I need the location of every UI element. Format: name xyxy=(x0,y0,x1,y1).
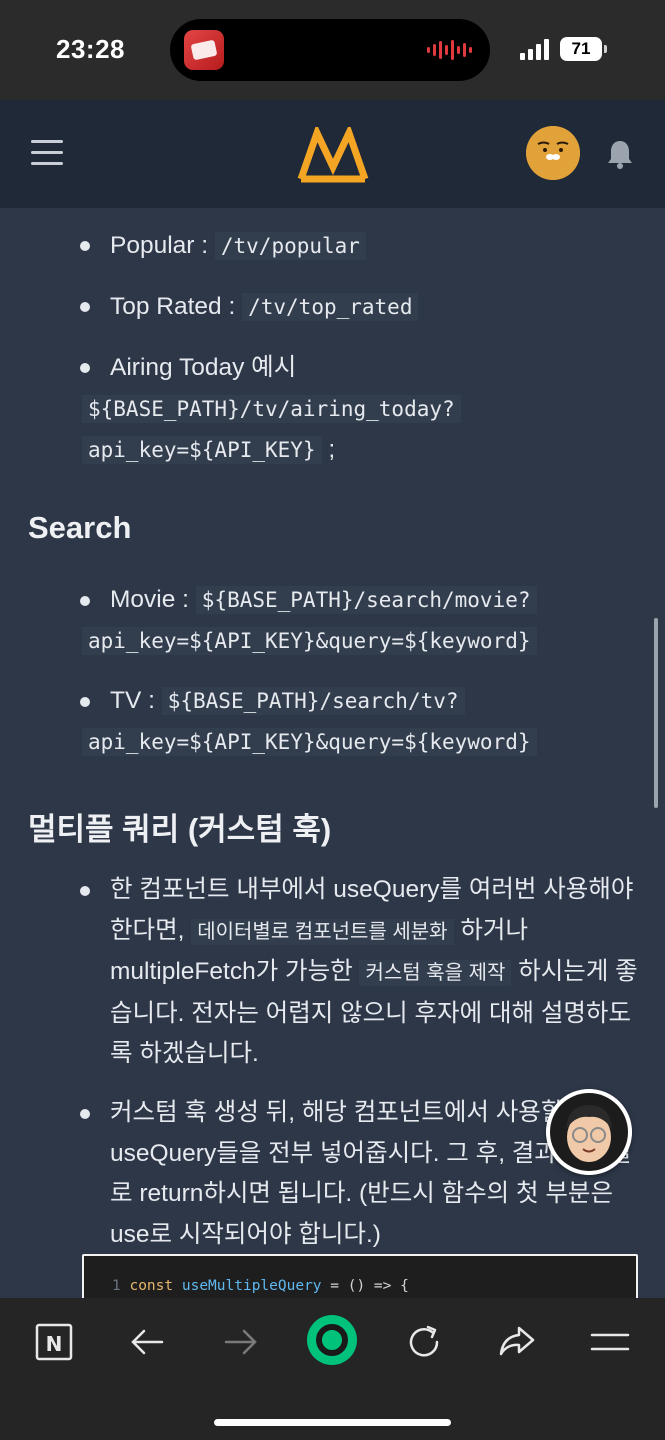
browser-bottom-bar: N xyxy=(0,1298,665,1440)
list-item: Popular : /tv/popular xyxy=(82,226,642,267)
list-item: Movie : ${BASE_PATH}/search/movie? xyxy=(82,580,642,621)
paragraph-1: 한 컴포넌트 내부에서 useQuery를 여러번 사용해야 한다면, 데이터별… xyxy=(110,876,638,1067)
battery-icon: 71 xyxy=(560,37,607,61)
reload-icon[interactable] xyxy=(402,1320,446,1364)
list-item: Airing Today 예시 xyxy=(110,354,297,381)
back-arrow-icon[interactable] xyxy=(126,1320,170,1364)
notion-icon[interactable]: N xyxy=(33,1320,77,1364)
naver-home-icon[interactable] xyxy=(306,1314,358,1366)
home-indicator[interactable] xyxy=(214,1419,451,1426)
heading-search: Search xyxy=(28,510,132,545)
list-item-code: ${BASE_PATH}/tv/airing_today? xyxy=(82,389,642,430)
share-icon[interactable] xyxy=(495,1320,539,1364)
audio-wave-icon xyxy=(427,40,472,60)
svg-text:N: N xyxy=(46,1332,63,1356)
signal-icon xyxy=(520,38,549,60)
menu-icon[interactable] xyxy=(588,1320,632,1364)
heading-multiple-query: 멀티플 쿼리 (커스텀 훅) xyxy=(28,812,332,847)
island-app-icon[interactable] xyxy=(184,30,224,70)
dynamic-island[interactable] xyxy=(170,19,490,81)
scrollbar[interactable] xyxy=(654,618,658,808)
site-header xyxy=(0,100,665,208)
list-item: Top Rated : /tv/top_rated xyxy=(82,287,642,328)
code-block: 1 const useMultipleQuery = () => { xyxy=(82,1254,638,1298)
profile-avatar-button[interactable] xyxy=(546,1089,632,1175)
list-item-code: api_key=${API_KEY}&query=${keyword} xyxy=(82,621,642,662)
list-item-code: api_key=${API_KEY}&query=${keyword} xyxy=(82,722,642,763)
status-bar: 23:28 71 xyxy=(0,0,665,100)
ryan-avatar[interactable] xyxy=(526,126,580,180)
bell-icon[interactable] xyxy=(606,138,634,170)
status-time: 23:28 xyxy=(56,34,125,64)
article-content: Popular : /tv/popular Top Rated : /tv/to… xyxy=(0,208,665,1298)
site-logo[interactable] xyxy=(297,127,369,183)
code-line: 1 const useMultipleQuery = () => { xyxy=(112,1278,409,1294)
list-item-code: api_key=${API_KEY} ; xyxy=(82,430,642,471)
list-item: TV : ${BASE_PATH}/search/tv? xyxy=(82,681,642,722)
hamburger-menu-icon[interactable] xyxy=(31,140,63,166)
forward-arrow-icon[interactable] xyxy=(218,1320,262,1364)
